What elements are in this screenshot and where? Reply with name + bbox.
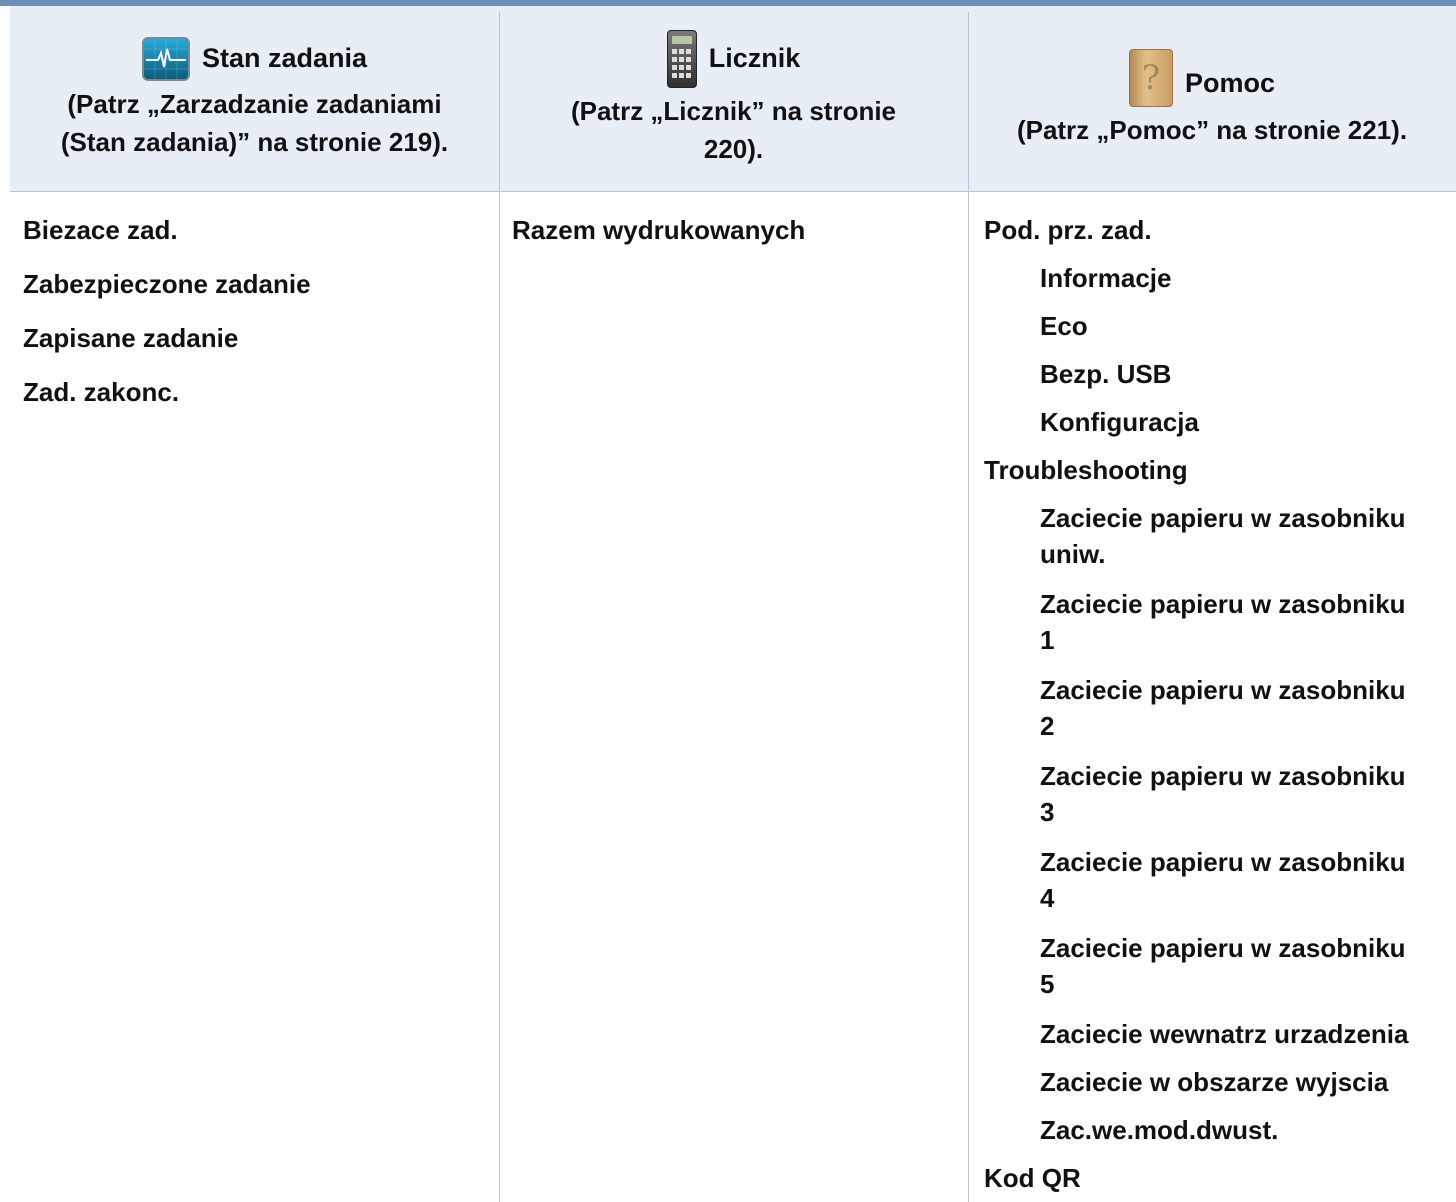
page-reference-line: (Patrz „Zarzadzanie zadaniami [67, 88, 442, 119]
menu-item: Biezace zad. [23, 215, 178, 245]
submenu-item: Zaciecie papieru w zasobniku 5 [1040, 930, 1406, 1002]
submenu-item-line: uniw. [1040, 539, 1106, 569]
submenu-item-line: Zaciecie papieru w zasobniku [1040, 675, 1406, 705]
menu-item: Razem wydrukowanych [512, 215, 806, 245]
submenu-item: Zaciecie papieru w zasobniku 2 [1040, 672, 1406, 744]
submenu-item: Eco [1040, 311, 1088, 341]
submenu-item-line: 3 [1040, 797, 1055, 827]
submenu-item-line: Zaciecie papieru w zasobniku [1040, 847, 1406, 877]
submenu-item-line: 1 [1040, 625, 1055, 655]
menu-item: Zabezpieczone zadanie [23, 269, 311, 299]
help-book-icon: ? [1128, 48, 1173, 107]
page-reference[interactable]: (Patrz „Pomoc” na stronie 221). [1017, 111, 1407, 149]
submenu-item: Zaciecie papieru w zasobniku uniw. [1040, 500, 1406, 572]
menu-item: Zapisane zadanie [23, 323, 239, 353]
menu-item: Troubleshooting [984, 455, 1188, 485]
submenu-item-line: Zaciecie papieru w zasobniku [1040, 589, 1406, 619]
column-title: Licznik [708, 43, 801, 73]
header-counter: Licznik (Patrz „Licznik” na stronie 220)… [499, 6, 968, 191]
submenu-item-line: 4 [1040, 883, 1055, 913]
submenu-item: Konfiguracja [1040, 407, 1199, 437]
page-reference-line: (Stan zadania)” na stronie 219). [60, 126, 449, 157]
menu-item: Pod. prz. zad. [984, 215, 1152, 245]
submenu-item-line: Zaciecie papieru w zasobniku [1040, 503, 1406, 533]
column-title: Pomoc [1184, 68, 1276, 98]
submenu-item-line: 2 [1040, 711, 1055, 741]
submenu-item: Zaciecie wewnatrz urzadzenia [1040, 1019, 1409, 1049]
menu-item: Kod QR [984, 1163, 1081, 1193]
header-help: ? Pomoc (Patrz „Pomoc” na stronie 221). [968, 6, 1456, 191]
column-title: Stan zadania [201, 43, 368, 73]
page-reference[interactable]: (Patrz „Zarzadzanie zadaniami (Stan zada… [61, 85, 448, 161]
submenu-item: Zaciecie papieru w zasobniku 1 [1040, 586, 1406, 658]
submenu-item-line: Zaciecie papieru w zasobniku [1040, 761, 1406, 791]
menu-table: Stan zadania (Patrz „Zarzadzanie zadania… [10, 6, 1456, 1202]
header-job-status: Stan zadania (Patrz „Zarzadzanie zadania… [10, 6, 499, 191]
calculator-icon [666, 29, 697, 88]
submenu-item-line: Zaciecie papieru w zasobniku [1040, 933, 1406, 963]
job-status-icon [141, 36, 190, 81]
submenu-item-line: 5 [1040, 969, 1055, 999]
submenu-item: Zaciecie papieru w zasobniku 3 [1040, 758, 1406, 830]
page-reference-line: (Patrz „Pomoc” na stronie 221). [1016, 114, 1408, 145]
page-reference-line: (Patrz „Licznik” na stronie [570, 95, 897, 126]
submenu-item: Zac.we.mod.dwust. [1040, 1115, 1279, 1145]
submenu-item: Zaciecie w obszarze wyjscia [1040, 1067, 1389, 1097]
submenu-item: Bezp. USB [1040, 359, 1172, 389]
page-reference[interactable]: (Patrz „Licznik” na stronie 220). [571, 92, 896, 168]
menu-item: Zad. zakonc. [23, 377, 180, 407]
page-reference-line: 220). [703, 133, 764, 164]
submenu-item: Zaciecie papieru w zasobniku 4 [1040, 844, 1406, 916]
submenu-item: Informacje [1040, 263, 1172, 293]
